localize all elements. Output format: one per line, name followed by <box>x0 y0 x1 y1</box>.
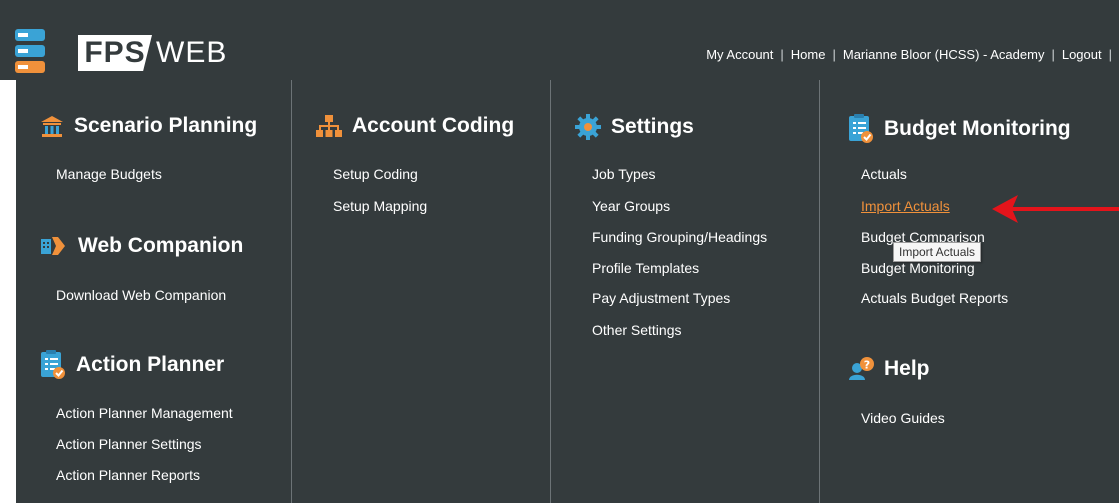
logo-web: WEB <box>156 36 228 69</box>
building-icon <box>41 116 63 137</box>
checklist-icon <box>41 350 65 379</box>
nav-separator: | <box>780 47 784 62</box>
menu-column-2: Account Coding Setup Coding Setup Mappin… <box>292 80 551 503</box>
my-account-link[interactable]: My Account <box>706 47 773 62</box>
mega-menu: Scenario Planning Manage Budgets Web Com… <box>16 80 1119 503</box>
menu-item-funding-grouping[interactable]: Funding Grouping/Headings <box>592 229 767 245</box>
tooltip: Import Actuals <box>893 242 982 262</box>
checklist-icon <box>849 114 873 143</box>
top-nav: My Account | Home | Marianne Bloor (HCSS… <box>706 47 1119 62</box>
section-title: Help <box>884 357 930 380</box>
menu-item-action-planner-settings[interactable]: Action Planner Settings <box>56 436 202 452</box>
menu-item-actuals[interactable]: Actuals <box>861 166 907 182</box>
menu-column-4: Budget Monitoring Actuals Import Actuals… <box>820 80 1119 503</box>
menu-item-action-planner-reports[interactable]: Action Planner Reports <box>56 467 200 483</box>
menu-item-import-actuals[interactable]: Import Actuals <box>861 198 950 214</box>
server-stack-icon <box>15 29 45 73</box>
plugin-icon <box>41 237 65 255</box>
section-title: Scenario Planning <box>74 114 258 137</box>
logout-link[interactable]: Logout <box>1062 47 1102 62</box>
menu-item-job-types[interactable]: Job Types <box>592 166 656 182</box>
section-title: Budget Monitoring <box>884 117 1071 140</box>
section-title: Action Planner <box>76 353 225 376</box>
section-settings[interactable]: Settings <box>575 114 694 140</box>
menu-item-video-guides[interactable]: Video Guides <box>861 410 945 426</box>
menu-item-budget-monitoring[interactable]: Budget Monitoring <box>861 260 975 276</box>
help-user-icon: ? <box>849 357 874 380</box>
nav-separator: | <box>832 47 836 62</box>
top-bar: FPS WEB My Account | Home | Marianne Blo… <box>0 0 1119 80</box>
menu-item-download-web-companion[interactable]: Download Web Companion <box>56 287 226 303</box>
menu-item-setup-mapping[interactable]: Setup Mapping <box>333 198 427 214</box>
section-title: Settings <box>611 115 694 138</box>
menu-column-3: Settings Job Types Year Groups Funding G… <box>551 80 820 503</box>
annotation-arrow-icon <box>992 195 1119 223</box>
menu-item-action-planner-management[interactable]: Action Planner Management <box>56 405 233 421</box>
menu-item-pay-adjustment-types[interactable]: Pay Adjustment Types <box>592 290 730 306</box>
menu-item-profile-templates[interactable]: Profile Templates <box>592 260 699 276</box>
menu-item-actuals-budget-reports[interactable]: Actuals Budget Reports <box>861 290 1008 306</box>
user-account-link[interactable]: Marianne Bloor (HCSS) - Academy <box>843 47 1045 62</box>
logo-fps: FPS <box>78 35 152 71</box>
section-title: Web Companion <box>78 234 244 257</box>
menu-item-setup-coding[interactable]: Setup Coding <box>333 166 418 182</box>
section-web-companion[interactable]: Web Companion <box>40 234 243 258</box>
home-link[interactable]: Home <box>791 47 826 62</box>
svg-text:?: ? <box>864 359 870 372</box>
section-title: Account Coding <box>352 114 515 137</box>
menu-item-year-groups[interactable]: Year Groups <box>592 198 670 214</box>
menu-item-other-settings[interactable]: Other Settings <box>592 322 682 338</box>
menu-column-1: Scenario Planning Manage Budgets Web Com… <box>16 80 292 503</box>
section-action-planner[interactable]: Action Planner <box>40 350 224 380</box>
nav-separator: | <box>1108 47 1112 62</box>
gear-icon <box>575 114 601 140</box>
nav-separator: | <box>1051 47 1055 62</box>
section-help[interactable]: ? Help <box>848 357 930 381</box>
section-account-coding[interactable]: Account Coding <box>316 114 514 138</box>
menu-item-manage-budgets[interactable]: Manage Budgets <box>56 166 162 182</box>
hierarchy-icon <box>316 115 342 137</box>
section-budget-monitoring[interactable]: Budget Monitoring <box>848 114 1071 144</box>
section-scenario-planning[interactable]: Scenario Planning <box>40 114 257 138</box>
